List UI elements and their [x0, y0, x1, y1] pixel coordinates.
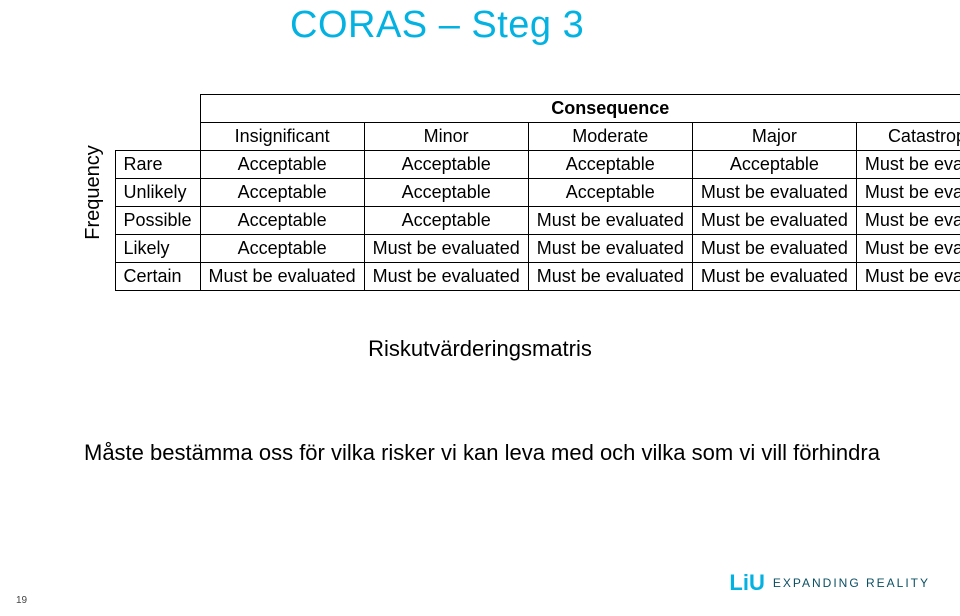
row-label: Likely: [115, 235, 200, 263]
cell: Must be evaluated: [692, 235, 856, 263]
risk-matrix-table: Consequence Insignificant Minor Moderate…: [115, 94, 960, 291]
axis-y-label: Frequency: [82, 145, 105, 240]
slide: CORAS – Steg 3 Frequency Consequence Ins…: [0, 0, 960, 616]
cell: Acceptable: [364, 179, 528, 207]
cell: Must be evaluated: [528, 235, 692, 263]
caption: Riskutvärderingsmatris: [0, 336, 960, 362]
row-label: Certain: [115, 263, 200, 291]
cell: Acceptable: [364, 207, 528, 235]
table-row-header-consequence: Consequence: [115, 95, 960, 123]
table-row: Unlikely Acceptable Acceptable Acceptabl…: [115, 179, 960, 207]
col-header: Major: [692, 123, 856, 151]
cell: Must be evaluated: [528, 263, 692, 291]
cell: Must be evaluated: [856, 263, 960, 291]
cell: Acceptable: [200, 235, 364, 263]
cell: Acceptable: [364, 151, 528, 179]
table-row: Rare Acceptable Acceptable Acceptable Ac…: [115, 151, 960, 179]
logo-tagline: EXPANDING REALITY: [773, 576, 930, 590]
row-label: Rare: [115, 151, 200, 179]
table-row-column-headers: Insignificant Minor Moderate Major Catas…: [115, 123, 960, 151]
cell: Acceptable: [200, 207, 364, 235]
col-header: Catastrophic: [856, 123, 960, 151]
row-label: Unlikely: [115, 179, 200, 207]
col-header: Insignificant: [200, 123, 364, 151]
subtext: Måste bestämma oss för vilka risker vi k…: [84, 440, 900, 466]
page-number: 19: [16, 595, 27, 606]
col-header: Moderate: [528, 123, 692, 151]
cell: Must be evaluated: [692, 263, 856, 291]
cell: Must be evaluated: [856, 235, 960, 263]
logo: LiU EXPANDING REALITY: [729, 570, 930, 596]
cell: Must be evaluated: [856, 207, 960, 235]
cell: Acceptable: [528, 151, 692, 179]
risk-matrix-wrap: Frequency Consequence Insignificant Mino…: [74, 94, 960, 291]
cell: Must be evaluated: [856, 151, 960, 179]
cell: Must be evaluated: [856, 179, 960, 207]
logo-brand: LiU: [729, 570, 764, 596]
cell: Must be evaluated: [364, 263, 528, 291]
row-label: Possible: [115, 207, 200, 235]
cell: Must be evaluated: [692, 207, 856, 235]
cell: Acceptable: [200, 151, 364, 179]
cell: Acceptable: [692, 151, 856, 179]
consequence-header: Consequence: [200, 95, 960, 123]
cell: Must be evaluated: [200, 263, 364, 291]
table-row: Possible Acceptable Acceptable Must be e…: [115, 207, 960, 235]
cell: Must be evaluated: [528, 207, 692, 235]
page-title: CORAS – Steg 3: [0, 0, 960, 47]
col-header: Minor: [364, 123, 528, 151]
cell: Must be evaluated: [364, 235, 528, 263]
table-row: Likely Acceptable Must be evaluated Must…: [115, 235, 960, 263]
cell: Must be evaluated: [692, 179, 856, 207]
cell: Acceptable: [528, 179, 692, 207]
cell: Acceptable: [200, 179, 364, 207]
table-row: Certain Must be evaluated Must be evalua…: [115, 263, 960, 291]
